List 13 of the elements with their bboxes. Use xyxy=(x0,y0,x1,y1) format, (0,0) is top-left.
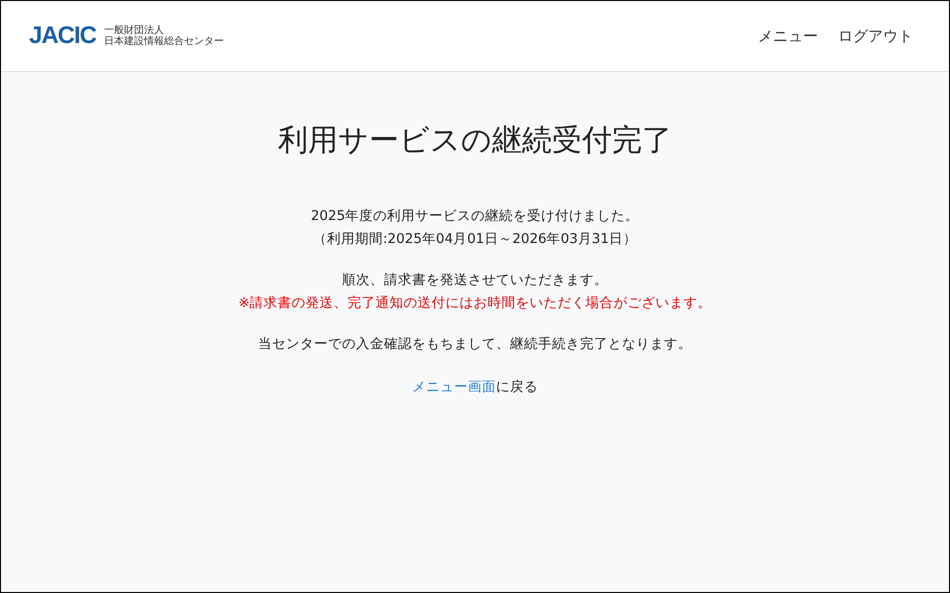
menu-link[interactable]: メニュー画面 xyxy=(412,379,496,395)
logo: JACIC xyxy=(29,22,96,50)
message-text: 当センターでの入金確認をもちまして、継続手続き完了となります。 xyxy=(258,335,692,354)
nav-link[interactable]: ログアウト xyxy=(838,26,913,46)
org-name: 一般財団法人 xyxy=(104,25,164,36)
back-text: メニュー画面に戻る xyxy=(412,378,538,396)
nav-link[interactable]: メニュー xyxy=(758,26,818,46)
message-text: （利用期間:2025年04月01日～2026年03月31日） xyxy=(313,230,637,249)
warning-text: ※請求書の発送、完了通知の送付にはお時間をいただく場合がございます。 xyxy=(238,294,712,313)
message-text: 順次、請求書を発送させていただきます。 xyxy=(342,271,608,290)
org-name: 日本建設情報総合センター xyxy=(104,36,224,47)
page-title: 利用サービスの継続受付完了 xyxy=(278,122,672,160)
message-text: 2025年度の利用サービスの継続を受け付けました。 xyxy=(310,207,640,226)
